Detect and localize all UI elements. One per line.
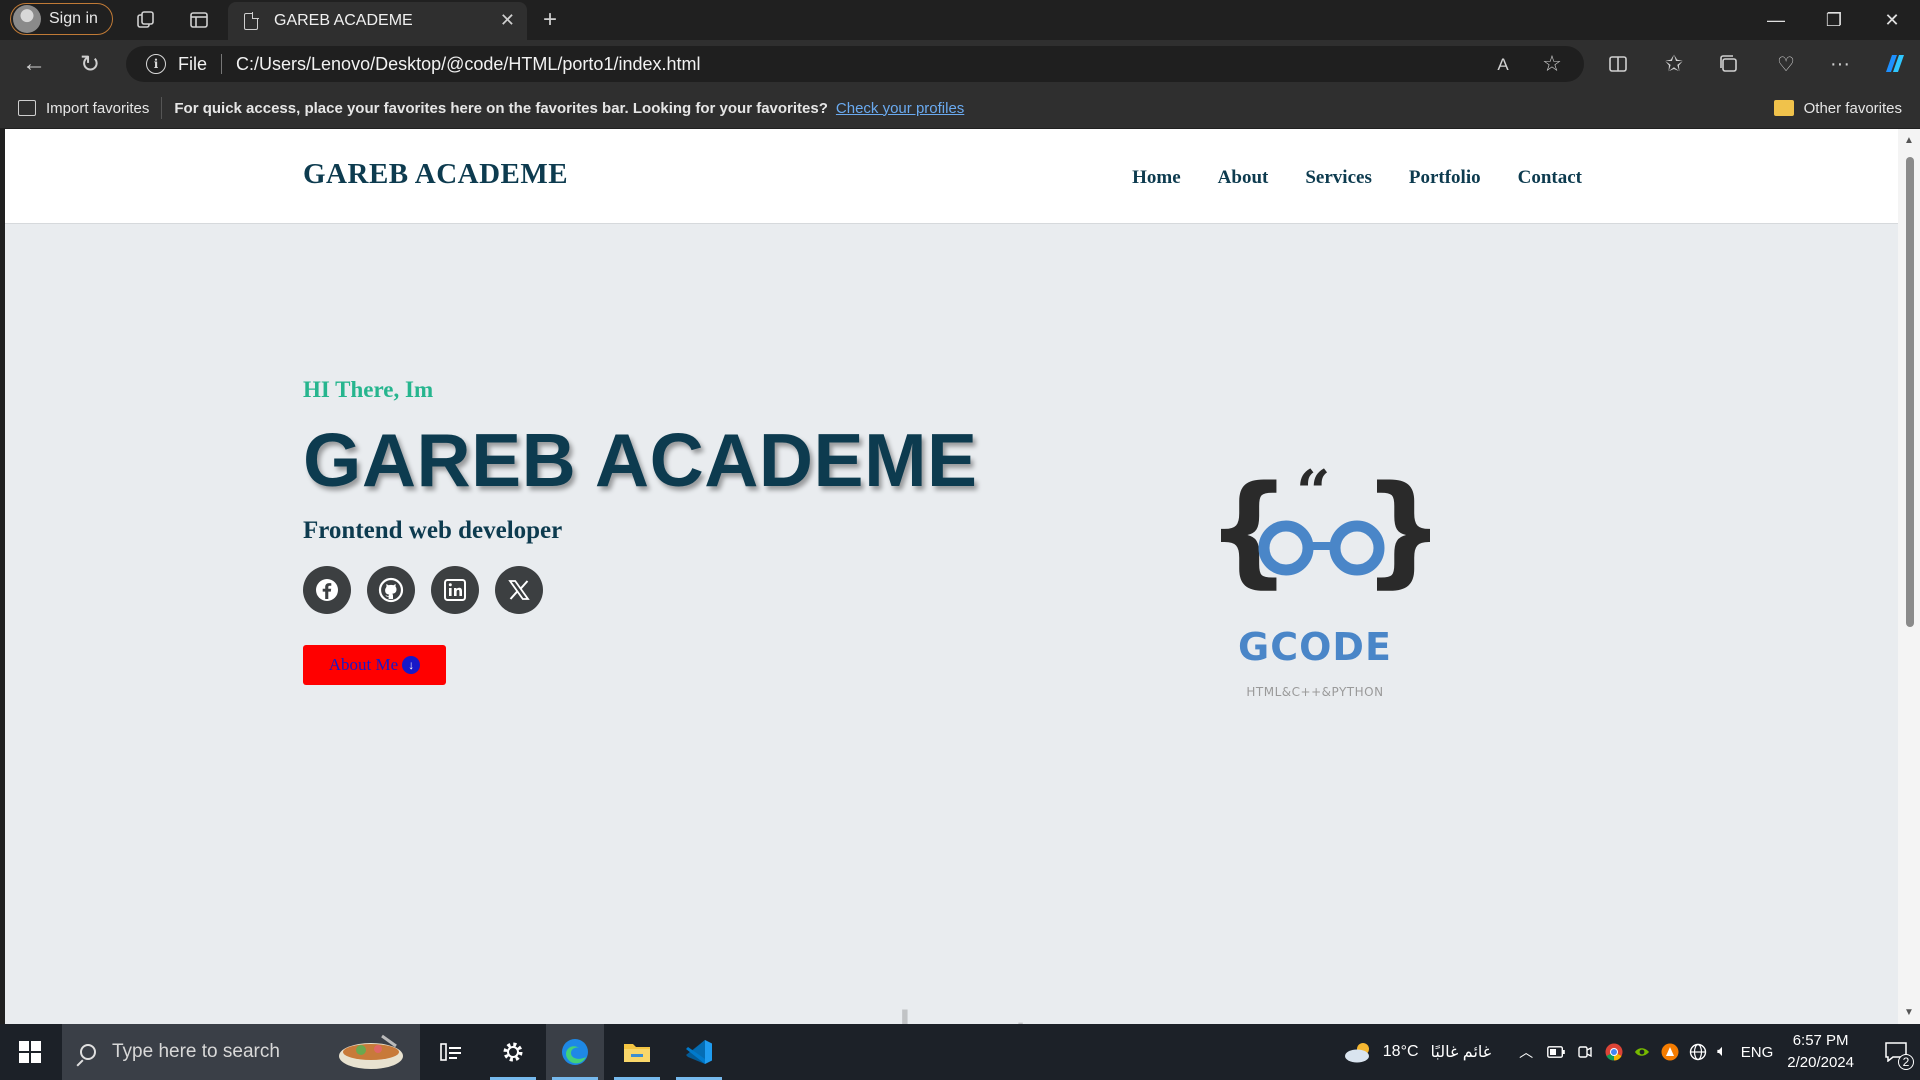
edge-app-icon[interactable] xyxy=(546,1024,604,1080)
favorites-icon[interactable]: ✩ xyxy=(1660,50,1688,78)
copilot-icon[interactable] xyxy=(1880,50,1910,78)
taskbar-clock[interactable]: 6:57 PM 2/20/2024 xyxy=(1787,1030,1854,1074)
tab-title: GAREB ACADEME xyxy=(274,12,413,29)
vlc-tray-icon[interactable] xyxy=(1661,1043,1679,1061)
clock-date: 2/20/2024 xyxy=(1787,1054,1854,1071)
volume-icon[interactable]: 🔈︎ xyxy=(1717,1043,1727,1061)
windows-start-icon[interactable] xyxy=(0,1024,60,1080)
sign-in-label: Sign in xyxy=(49,10,98,27)
address-scheme: File xyxy=(178,53,208,74)
brand-subtitle: HTML&C++&PYTHON xyxy=(1246,685,1384,699)
weather-description[interactable]: غائم غالبًا xyxy=(1431,1042,1492,1062)
nav-home[interactable]: Home xyxy=(1132,167,1181,189)
arrow-down-circle-icon: ↓ xyxy=(402,656,421,674)
linkedin-icon[interactable] xyxy=(431,566,479,614)
weather-temperature[interactable]: 18°C xyxy=(1383,1043,1419,1061)
tab-close-icon[interactable]: ✕ xyxy=(500,10,515,31)
nav-services[interactable]: Services xyxy=(1305,167,1371,189)
folder-icon xyxy=(1773,100,1794,116)
show-hidden-icons-icon[interactable]: ︿ xyxy=(1519,1042,1533,1062)
site-logo[interactable]: GAREB ACADEME xyxy=(303,158,568,191)
about-me-label: About Me xyxy=(328,655,399,674)
weather-cloud-icon[interactable] xyxy=(1343,1040,1375,1064)
refresh-icon[interactable]: ↻ xyxy=(76,50,104,78)
check-profiles-link[interactable]: Check your profiles xyxy=(836,100,964,117)
address-bar[interactable]: i File C:/Users/Lenovo/Desktop/@code/HTM… xyxy=(126,46,1584,82)
clock-time: 6:57 PM xyxy=(1792,1032,1849,1049)
site-nav: Home About Services Portfolio Contact xyxy=(1132,167,1582,189)
vscode-app-icon[interactable] xyxy=(670,1024,728,1080)
github-icon[interactable] xyxy=(367,566,415,614)
search-highlight-bowl-icon xyxy=(339,1034,403,1069)
scrollbar-thumb[interactable] xyxy=(1906,157,1914,627)
back-icon[interactable]: ← xyxy=(20,50,48,78)
hero-role: Frontend web developer xyxy=(303,517,563,544)
profile-avatar xyxy=(13,5,41,33)
address-row: ← ↻ i File C:/Users/Lenovo/Desktop/@code… xyxy=(0,40,1920,88)
meet-now-icon[interactable] xyxy=(1577,1044,1593,1060)
svg-text:“: “ xyxy=(1296,458,1331,528)
gcode-logo-icon: { } “ xyxy=(1206,458,1430,600)
close-window-icon[interactable]: ✕ xyxy=(1864,0,1920,40)
windows-taskbar: Type here to search 18°C غائم غالبًا ︿ 🔈… xyxy=(0,1024,1920,1080)
other-favorites-button[interactable]: Other favorites xyxy=(1773,99,1902,117)
system-tray: 18°C غائم غالبًا ︿ 🔈︎ ENG 6:57 PM 2/20/2… xyxy=(1343,1024,1920,1080)
chrome-tray-icon[interactable] xyxy=(1605,1043,1623,1061)
site-info-icon[interactable]: i xyxy=(146,54,166,74)
task-view-icon[interactable] xyxy=(422,1024,480,1080)
more-menu-icon[interactable]: ··· xyxy=(1826,50,1854,78)
browser-tab-bar: Sign in GAREB ACADEME ✕ + — ❐ ✕ xyxy=(0,0,1920,40)
social-links xyxy=(303,566,543,614)
x-icon[interactable] xyxy=(495,566,543,614)
notifications-icon[interactable]: 2 xyxy=(1872,1024,1920,1080)
other-favorites-label: Other favorites xyxy=(1803,99,1902,117)
minimize-icon[interactable]: — xyxy=(1748,0,1804,40)
notification-count-badge: 2 xyxy=(1898,1054,1914,1070)
hero-greeting: HI There, Im xyxy=(303,377,434,402)
collections-icon[interactable] xyxy=(1716,52,1740,76)
favorites-bar: Import favorites For quick access, place… xyxy=(0,88,1920,128)
page-viewport: GAREB ACADEME Home About Services Portfo… xyxy=(5,129,1898,1024)
address-separator xyxy=(221,54,223,74)
import-icon xyxy=(18,100,36,116)
read-aloud-icon[interactable]: A xyxy=(1492,54,1514,76)
new-tab-icon[interactable]: + xyxy=(536,6,564,34)
nav-contact[interactable]: Contact xyxy=(1518,167,1582,189)
restore-icon[interactable]: ❐ xyxy=(1806,0,1862,40)
settings-app-icon[interactable] xyxy=(484,1024,542,1080)
page-scrollbar[interactable]: ▲ ▼ xyxy=(1898,129,1920,1024)
network-globe-icon[interactable] xyxy=(1689,1043,1707,1061)
hero-name: GAREB ACADEME xyxy=(303,418,978,502)
favorite-star-icon[interactable]: ☆ xyxy=(1540,51,1564,76)
scroll-down-icon[interactable]: ▼ xyxy=(1904,1007,1914,1018)
favorites-message: For quick access, place your favorites h… xyxy=(174,99,828,117)
import-favorites-label: Import favorites xyxy=(46,99,150,117)
favbar-divider xyxy=(161,97,163,119)
brand-title: GCODE xyxy=(1238,625,1392,669)
language-indicator[interactable]: ENG xyxy=(1741,1044,1774,1061)
import-favorites-button[interactable]: Import favorites xyxy=(18,100,149,117)
browser-essentials-icon[interactable]: ♡ xyxy=(1772,50,1800,78)
search-icon xyxy=(80,1044,96,1060)
search-placeholder: Type here to search xyxy=(112,1041,280,1062)
taskbar-search-input[interactable]: Type here to search xyxy=(62,1024,420,1080)
nvidia-tray-icon[interactable] xyxy=(1633,1043,1651,1061)
split-screen-icon[interactable] xyxy=(1606,52,1630,76)
sign-in-button[interactable]: Sign in xyxy=(10,3,113,35)
workspaces-icon[interactable] xyxy=(134,8,158,32)
file-explorer-icon[interactable] xyxy=(608,1024,666,1080)
active-tab[interactable]: GAREB ACADEME ✕ xyxy=(228,2,527,40)
scroll-up-icon[interactable]: ▲ xyxy=(1904,135,1914,146)
address-url[interactable]: C:/Users/Lenovo/Desktop/@code/HTML/porto… xyxy=(236,54,700,75)
site-header: GAREB ACADEME Home About Services Portfo… xyxy=(5,129,1898,224)
facebook-icon[interactable] xyxy=(303,566,351,614)
tab-actions-icon[interactable] xyxy=(187,8,211,32)
about-me-button[interactable]: About Me ↓ xyxy=(303,645,446,685)
nav-about[interactable]: About xyxy=(1218,167,1269,189)
battery-icon[interactable] xyxy=(1547,1046,1565,1058)
page-icon xyxy=(244,11,259,30)
nav-portfolio[interactable]: Portfolio xyxy=(1409,167,1481,189)
